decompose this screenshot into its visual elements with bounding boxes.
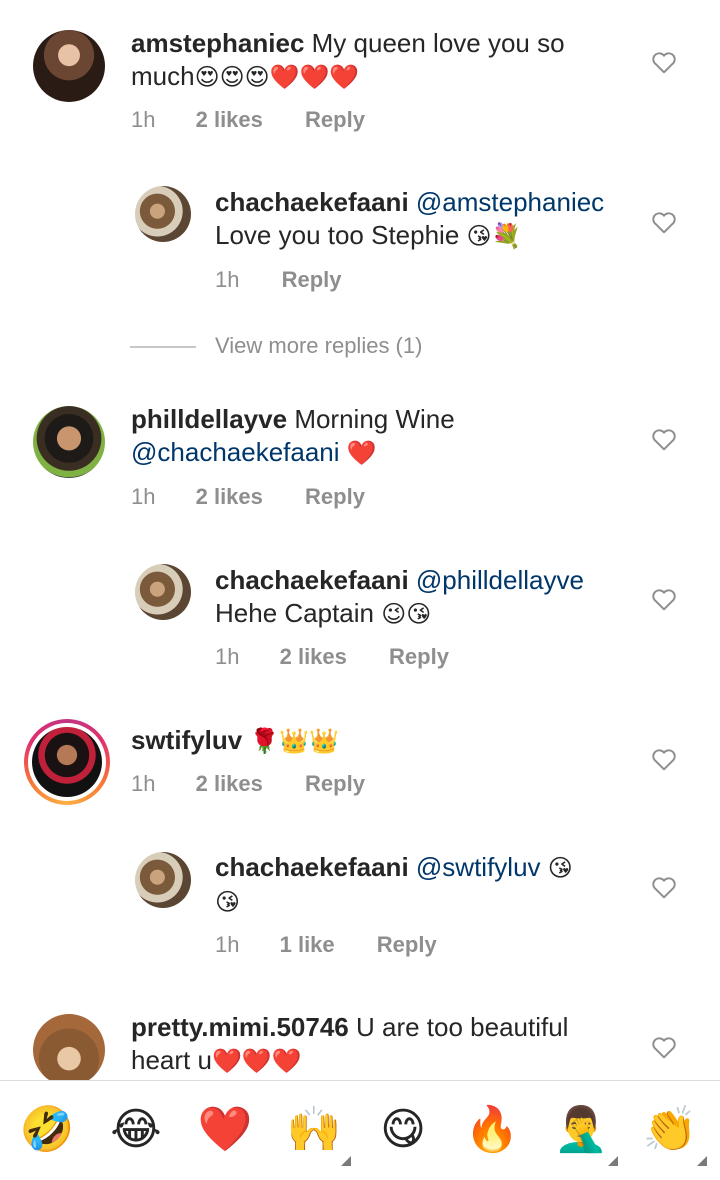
comment-text: Morning Wine [294,404,455,434]
comment-username[interactable]: swtifyluv [131,725,242,755]
emoji-heart-button[interactable]: ❤️ [196,1101,254,1159]
comment-emoji: ❤️❤️❤️ [211,1047,302,1075]
like-button[interactable] [651,747,677,771]
comment-time: 1h [131,484,156,509]
heart-outline-icon [652,1037,676,1059]
comment-time: 1h [215,932,240,957]
comment-meta: 1h Reply [215,267,342,293]
avatar[interactable] [33,30,105,102]
view-more-label[interactable]: View more replies (1) [215,333,422,359]
emoji-joy-button[interactable]: 😂 [107,1101,165,1159]
comment-body: chachaekefaani @swtifyluv 😘 😘 [215,851,635,919]
avatar[interactable] [135,186,191,242]
comment-meta: 1h 2 likes Reply [131,484,365,510]
heart-outline-icon [652,429,676,451]
avatar [32,727,102,797]
comment-emoji: 😘💐 [466,222,522,250]
comment-meta: 1h 2 likes Reply [215,644,449,670]
emoji-raised-hands-button[interactable]: 🙌 [285,1101,343,1159]
reply-button[interactable]: Reply [305,771,365,797]
comment-time: 1h [215,267,240,292]
comment-text: Hehe Captain [215,598,374,628]
comment-likes[interactable]: 2 likes [196,771,263,797]
comment-likes[interactable]: 2 likes [196,484,263,510]
reply-button[interactable]: Reply [282,267,342,293]
like-button[interactable] [651,50,677,74]
comment-emoji: ❤️ [346,439,377,467]
avatar[interactable] [33,406,105,478]
comments-list: amstephaniec My queen love you so much😍😍… [0,0,720,1080]
comment-emoji: 🌹👑👑 [249,727,340,755]
comment-body: amstephaniec My queen love you so much😍😍… [131,27,601,94]
story-ring[interactable] [24,719,110,805]
variant-indicator-icon [608,1156,618,1166]
heart-outline-icon [652,749,676,771]
comment-text: Love you too Stephie [215,220,460,250]
like-button[interactable] [651,427,677,451]
comment-likes[interactable]: 2 likes [196,107,263,133]
comment-meta: 1h 1 like Reply [215,932,437,958]
avatar[interactable] [33,1014,105,1080]
heart-outline-icon [652,212,676,234]
comment-likes[interactable]: 2 likes [280,644,347,670]
comment-time: 1h [131,107,156,132]
emoji-fire-button[interactable]: 🔥 [463,1101,521,1159]
reply-button[interactable]: Reply [389,644,449,670]
comment-mention[interactable]: @amstephaniec [416,187,604,217]
reply-button[interactable]: Reply [377,932,437,958]
like-button[interactable] [651,1035,677,1059]
heart-outline-icon [652,877,676,899]
comment-username[interactable]: philldellayve [131,404,287,434]
comment-body: pretty.mimi.50746 U are too beautiful he… [131,1011,601,1078]
heart-outline-icon [652,589,676,611]
like-button[interactable] [651,875,677,899]
comment-mention[interactable]: @philldellayve [416,565,584,595]
like-button[interactable] [651,210,677,234]
emoji-rofl-button[interactable]: 🤣 [18,1101,76,1159]
emoji-clap-button[interactable]: 👏 [641,1101,699,1159]
comment-mention[interactable]: @chachaekefaani [131,437,340,467]
variant-indicator-icon [697,1156,707,1166]
comment-emoji: 😉😘 [381,600,432,628]
comment-body: philldellayve Morning Wine @chachaekefaa… [131,403,601,470]
heart-outline-icon [652,52,676,74]
emoji-facepalm-button[interactable]: 🤦‍♂️ [552,1101,610,1159]
comment-time: 1h [131,771,156,796]
variant-indicator-icon [341,1156,351,1166]
like-button[interactable] [651,587,677,611]
comment-mention[interactable]: @swtifyluv [416,852,541,882]
comment-meta: 1h 2 likes Reply [131,771,365,797]
comment-username[interactable]: amstephaniec [131,28,304,58]
comment-username[interactable]: chachaekefaani [215,565,409,595]
comment-username[interactable]: chachaekefaani [215,187,409,217]
reply-button[interactable]: Reply [305,107,365,133]
comment-body: chachaekefaani @philldellayve Hehe Capta… [215,564,635,631]
divider-line [130,346,196,348]
comment-time: 1h [215,644,240,669]
avatar[interactable] [135,564,191,620]
comment-likes[interactable]: 1 like [280,932,335,958]
comment-meta: 1h 2 likes Reply [131,107,365,133]
avatar[interactable] [135,852,191,908]
comment-username[interactable]: pretty.mimi.50746 [131,1012,349,1042]
comment-body: chachaekefaani @amstephaniec Love you to… [215,186,635,253]
emoji-yum-button[interactable]: 😋 [374,1101,432,1159]
comment-emoji: 😘 [215,888,241,916]
comment-emoji: 😍😍😍❤️❤️❤️ [194,63,360,91]
quick-emoji-bar: 🤣 😂 ❤️ 🙌 😋 🔥 🤦‍♂️ 👏 [0,1080,720,1180]
comment-username[interactable]: chachaekefaani [215,852,409,882]
comment-body: swtifyluv 🌹👑👑 [131,724,601,758]
reply-button[interactable]: Reply [305,484,365,510]
comment-emoji: 😘 [547,854,573,882]
